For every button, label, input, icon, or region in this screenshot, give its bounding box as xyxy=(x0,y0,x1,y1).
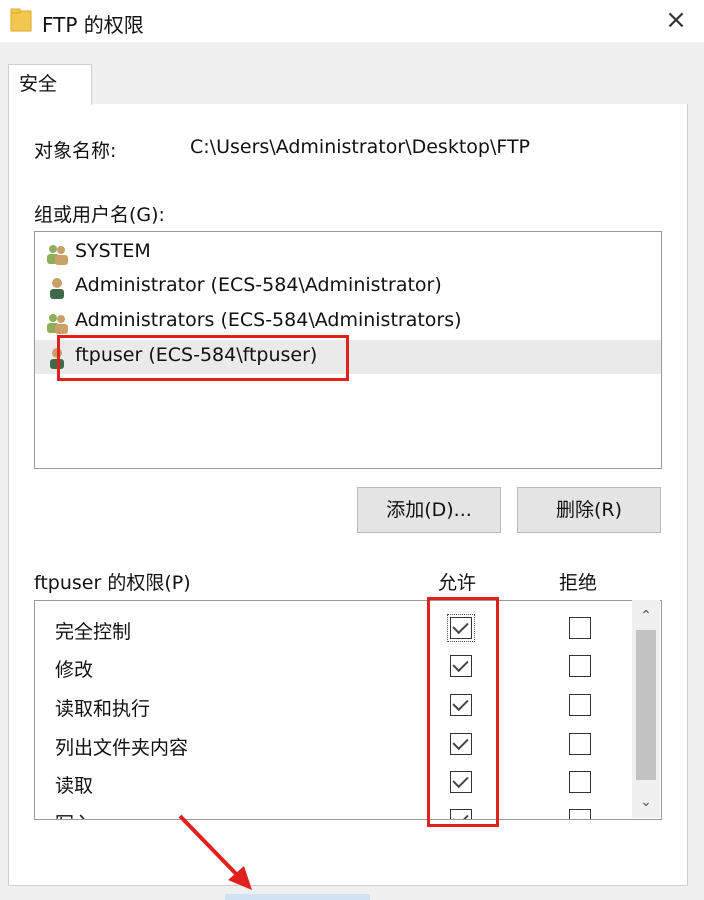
list-item[interactable]: Administrator (ECS-584\Administrator) xyxy=(35,270,661,304)
permission-name: 完全控制 xyxy=(55,621,132,643)
groups-label: 组或用户名(G): xyxy=(34,204,165,226)
list-item-label: Administrator (ECS-584\Administrator) xyxy=(75,274,442,296)
add-button[interactable]: 添加(D)... xyxy=(357,487,501,533)
list-item-label: SYSTEM xyxy=(75,240,151,262)
scroll-thumb[interactable] xyxy=(636,630,656,780)
chevron-up-icon[interactable]: ⌃ xyxy=(632,604,660,628)
permission-row: 完全控制 xyxy=(35,609,635,647)
group-users-icon xyxy=(47,245,68,265)
highlight-box xyxy=(57,335,349,381)
permission-name: 列出文件夹内容 xyxy=(55,737,189,759)
bottom-button-edge[interactable] xyxy=(225,894,370,900)
permission-name: 读取和执行 xyxy=(55,698,151,720)
deny-checkbox[interactable] xyxy=(569,694,591,716)
allow-header: 允许 xyxy=(438,572,477,594)
list-item[interactable]: SYSTEM xyxy=(35,236,661,270)
folder-icon xyxy=(10,8,32,32)
permission-row: 列出文件夹内容 xyxy=(35,725,635,763)
deny-checkbox[interactable] xyxy=(569,771,591,793)
list-item-label: Administrators (ECS-584\Administrators) xyxy=(75,309,462,331)
highlight-box xyxy=(427,597,499,827)
list-item[interactable]: Administrators (ECS-584\Administrators) xyxy=(35,305,661,339)
deny-checkbox[interactable] xyxy=(569,617,591,639)
permission-row: 修改 xyxy=(35,647,635,685)
deny-checkbox[interactable] xyxy=(569,809,591,819)
chevron-down-icon[interactable]: ⌄ xyxy=(632,790,660,814)
group-users-icon xyxy=(47,314,68,334)
object-name-value: C:\Users\Administrator\Desktop\FTP xyxy=(190,136,531,158)
tab-security[interactable]: 安全 xyxy=(8,64,92,105)
deny-header: 拒绝 xyxy=(559,572,598,594)
permission-row: 读取 xyxy=(35,763,635,801)
permissions-label: ftpuser 的权限(P) xyxy=(34,572,191,594)
permission-name: 写入 xyxy=(55,809,93,819)
permission-row: 写入 xyxy=(35,801,635,819)
arrow-annotation-icon xyxy=(178,814,252,890)
close-button[interactable]: × xyxy=(660,4,692,36)
deny-checkbox[interactable] xyxy=(569,655,591,677)
permissions-scrollbar[interactable]: ⌃ ⌄ xyxy=(632,600,660,818)
window-title: FTP 的权限 xyxy=(42,13,144,37)
user-icon xyxy=(50,278,64,299)
permissions-list: 完全控制 修改 读取和执行 列出文件夹内容 读取 写入 xyxy=(34,600,662,820)
remove-button[interactable]: 删除(R) xyxy=(517,487,661,533)
permission-name: 读取 xyxy=(55,775,94,797)
object-name-label: 对象名称: xyxy=(34,140,117,162)
permission-row: 读取和执行 xyxy=(35,686,635,724)
deny-checkbox[interactable] xyxy=(569,733,591,755)
permission-name: 修改 xyxy=(55,659,94,681)
